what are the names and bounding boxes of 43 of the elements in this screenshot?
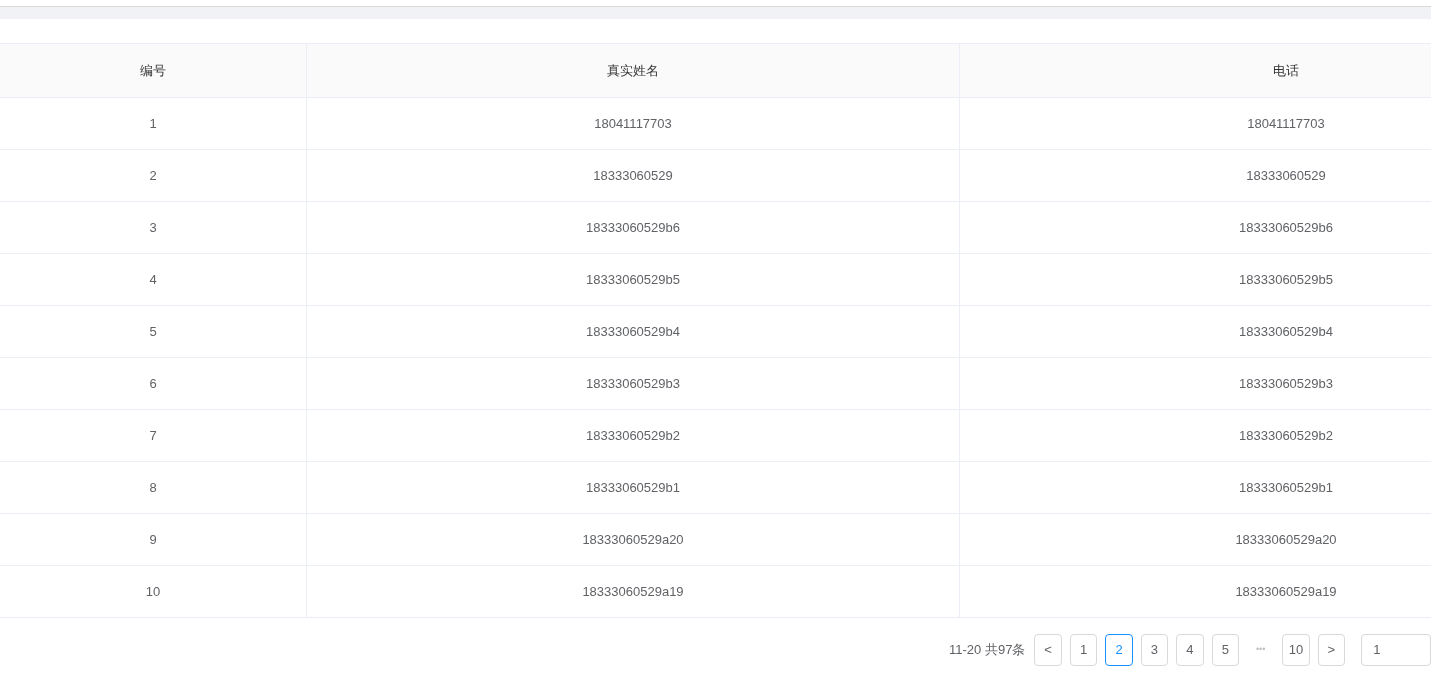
table-cell-text: 6 xyxy=(149,374,157,393)
table-cell-text: 18333060529b5 xyxy=(1239,270,1333,289)
table-cell-text: 18333060529a19 xyxy=(1235,582,1337,601)
table-cell-text: 18333060529b6 xyxy=(1239,218,1333,237)
table-cell-text: 18333060529b2 xyxy=(586,426,680,445)
total-count: 11-20 共97条 xyxy=(949,641,1026,660)
prev-page-button[interactable]: < xyxy=(1034,634,1062,666)
page-button[interactable]: 2 xyxy=(1105,634,1133,666)
page-button[interactable]: 1 xyxy=(1069,634,1098,666)
table-cell-text: 18333060529a20 xyxy=(1235,530,1337,549)
table-cell-text: 10 xyxy=(145,582,161,601)
table-cell-text: 1 xyxy=(149,114,157,133)
table-cell-text: 18333060529b1 xyxy=(1239,478,1333,497)
table-cell-text: 3 xyxy=(149,218,157,237)
table-cell-text: 8 xyxy=(149,478,157,497)
table-cell-text: 18333060529b3 xyxy=(1239,374,1333,393)
table-cell-text: 18041117703 xyxy=(1247,114,1325,133)
page-button[interactable]: 10 xyxy=(1282,634,1310,666)
page-button[interactable]: 4 xyxy=(1176,634,1204,666)
page-button[interactable]: 5 xyxy=(1211,634,1240,666)
table-cell-text: 18333060529b3 xyxy=(586,374,680,393)
table-cell-text: 18333060529a20 xyxy=(582,530,684,549)
table-cell-text: 9 xyxy=(149,530,157,549)
table-cell-text: 5 xyxy=(149,322,157,341)
table-cell-text: 2 xyxy=(149,166,157,185)
table-cell-text: 18333060529b5 xyxy=(586,270,680,289)
page-size-select[interactable]: 1 xyxy=(1361,634,1431,666)
table-cell-text: 18333060529b4 xyxy=(586,322,680,341)
table-cell-text: 18333060529 xyxy=(593,166,673,185)
column-header: 编号 xyxy=(0,44,307,97)
table-cell-text: 18333060529a19 xyxy=(582,582,684,601)
table-cell-text: 4 xyxy=(149,270,157,289)
table-cell-text: 18333060529b2 xyxy=(1239,426,1333,445)
table-cell-text: 18333060529b1 xyxy=(586,478,680,497)
table-cell-text: 7 xyxy=(149,426,157,445)
table-cell-text: 18333060529b6 xyxy=(586,218,680,237)
table-cell-text: 18041117703 xyxy=(594,114,672,133)
column-header: 真实姓名 xyxy=(307,44,960,97)
table-cell-text: 18333060529 xyxy=(1246,166,1326,185)
page-button[interactable]: 3 xyxy=(1140,634,1169,666)
next-page-button[interactable]: > xyxy=(1317,634,1346,666)
table-cell-text: 18333060529b4 xyxy=(1239,322,1333,341)
column-header: 电话 xyxy=(960,44,1431,97)
